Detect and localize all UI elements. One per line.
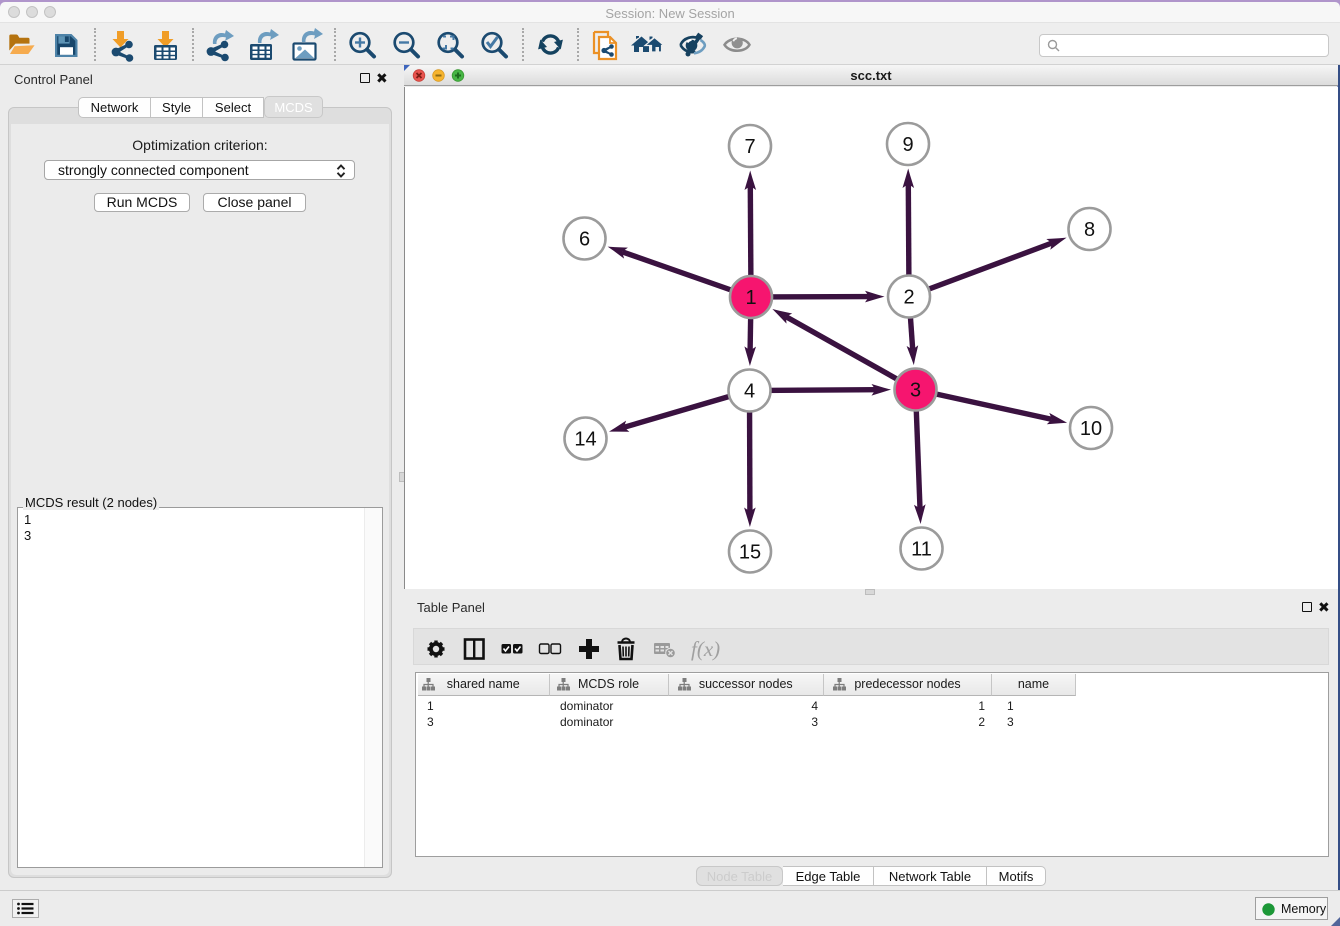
- svg-text:9: 9: [902, 134, 913, 156]
- svg-text:2: 2: [903, 287, 914, 309]
- svg-text:f(x): f(x): [691, 637, 720, 661]
- svg-text:7: 7: [744, 136, 755, 158]
- svg-text:3: 3: [910, 380, 921, 402]
- svg-text:15: 15: [739, 542, 761, 564]
- svg-text:4: 4: [744, 381, 755, 403]
- svg-text:1: 1: [745, 287, 756, 309]
- svg-text:8: 8: [1084, 219, 1095, 241]
- svg-text:6: 6: [579, 229, 590, 251]
- svg-text:14: 14: [574, 429, 596, 451]
- svg-text:10: 10: [1080, 418, 1102, 440]
- svg-text:11: 11: [911, 539, 932, 561]
